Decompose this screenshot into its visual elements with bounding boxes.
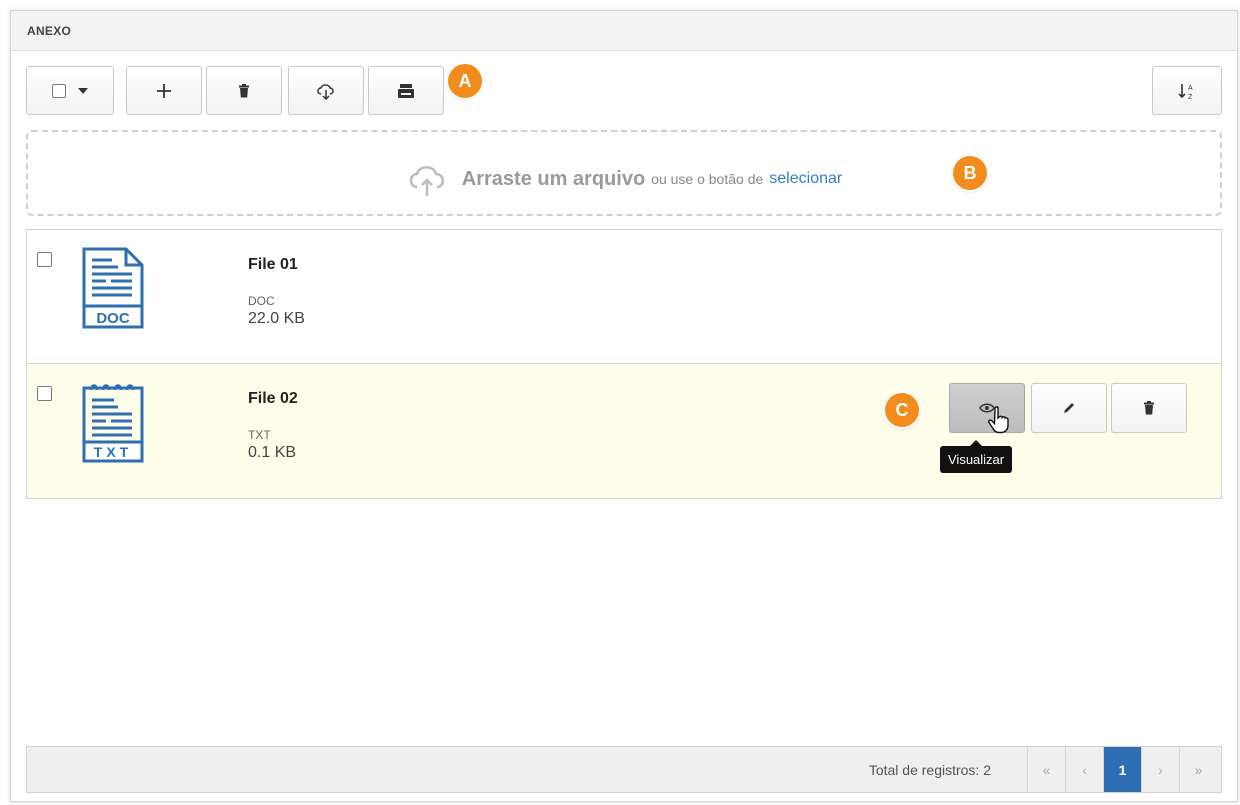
view-button[interactable] xyxy=(949,383,1025,434)
txt-file-icon: TXT xyxy=(82,384,144,463)
cloud-download-icon xyxy=(317,83,334,100)
page-button-current[interactable]: 1 xyxy=(1103,747,1141,792)
panel-title: ANEXO xyxy=(11,11,1237,51)
cloud-upload-icon xyxy=(409,166,444,196)
callout-marker-a: A xyxy=(448,64,482,98)
svg-text:DOC: DOC xyxy=(96,310,130,327)
row-checkbox[interactable] xyxy=(37,252,52,267)
prev-page-button[interactable]: ‹ xyxy=(1065,747,1103,792)
file-drop-zone[interactable]: Arraste um arquivo ou use o botão de sel… xyxy=(26,130,1222,216)
chevron-down-icon xyxy=(78,87,88,94)
file-size: 22.0 KB xyxy=(248,310,305,327)
row-checkbox[interactable] xyxy=(37,386,52,401)
file-row[interactable]: DOC File 01 DOC 22.0 KB xyxy=(27,230,1221,364)
file-name: File 02 xyxy=(248,390,298,407)
svg-text:A: A xyxy=(1188,85,1193,92)
file-type: TXT xyxy=(248,428,271,442)
select-all-checkbox[interactable] xyxy=(52,83,66,98)
callout-marker-b: B xyxy=(953,156,987,190)
svg-text:Z: Z xyxy=(1188,94,1193,100)
view-tooltip: Visualizar xyxy=(940,440,1013,473)
next-page-button[interactable]: › xyxy=(1141,747,1179,792)
callout-marker-c: C xyxy=(885,393,919,427)
select-file-link[interactable]: selecionar xyxy=(769,170,842,188)
dropzone-main-text: Arraste um arquivo xyxy=(461,167,646,190)
pencil-icon xyxy=(1064,403,1074,413)
file-name: File 01 xyxy=(248,256,298,273)
edit-button[interactable] xyxy=(1031,383,1107,433)
sort-button[interactable]: A Z xyxy=(1152,66,1222,115)
total-records: Total de registros: 2 xyxy=(868,762,991,778)
select-all-dropdown[interactable] xyxy=(26,66,114,115)
dropzone-secondary-text: ou use o botão de xyxy=(651,171,764,187)
file-row[interactable]: TXT File 02 TXT 0.1 KB Visualizar xyxy=(27,364,1221,498)
scanner-icon xyxy=(398,83,414,98)
hand-pointer-icon xyxy=(988,406,1009,434)
first-page-button[interactable]: « xyxy=(1027,747,1065,792)
row-delete-button[interactable] xyxy=(1111,383,1187,433)
svg-text:TXT: TXT xyxy=(94,444,132,460)
file-list: DOC File 01 DOC 22.0 KB TXT File 02 TXT … xyxy=(26,229,1222,499)
add-button[interactable] xyxy=(126,66,202,115)
last-page-button[interactable]: » xyxy=(1179,747,1217,792)
plus-icon xyxy=(157,83,171,98)
sort-alpha-icon: A Z xyxy=(1178,83,1193,100)
download-button[interactable] xyxy=(288,66,364,115)
doc-file-icon: DOC xyxy=(82,247,144,329)
pagination-footer: Total de registros: 2 « ‹ 1 › » xyxy=(26,746,1222,793)
file-size: 0.1 KB xyxy=(248,444,297,461)
scanner-button[interactable] xyxy=(368,66,444,115)
trash-icon xyxy=(1144,401,1154,415)
attachments-panel: ANEXO A Z Arraste um arquivo ou use o bo… xyxy=(10,10,1238,802)
toolbar: A Z xyxy=(26,66,1222,116)
delete-button[interactable] xyxy=(206,66,282,115)
trash-icon xyxy=(239,83,249,97)
file-type: DOC xyxy=(248,294,275,308)
